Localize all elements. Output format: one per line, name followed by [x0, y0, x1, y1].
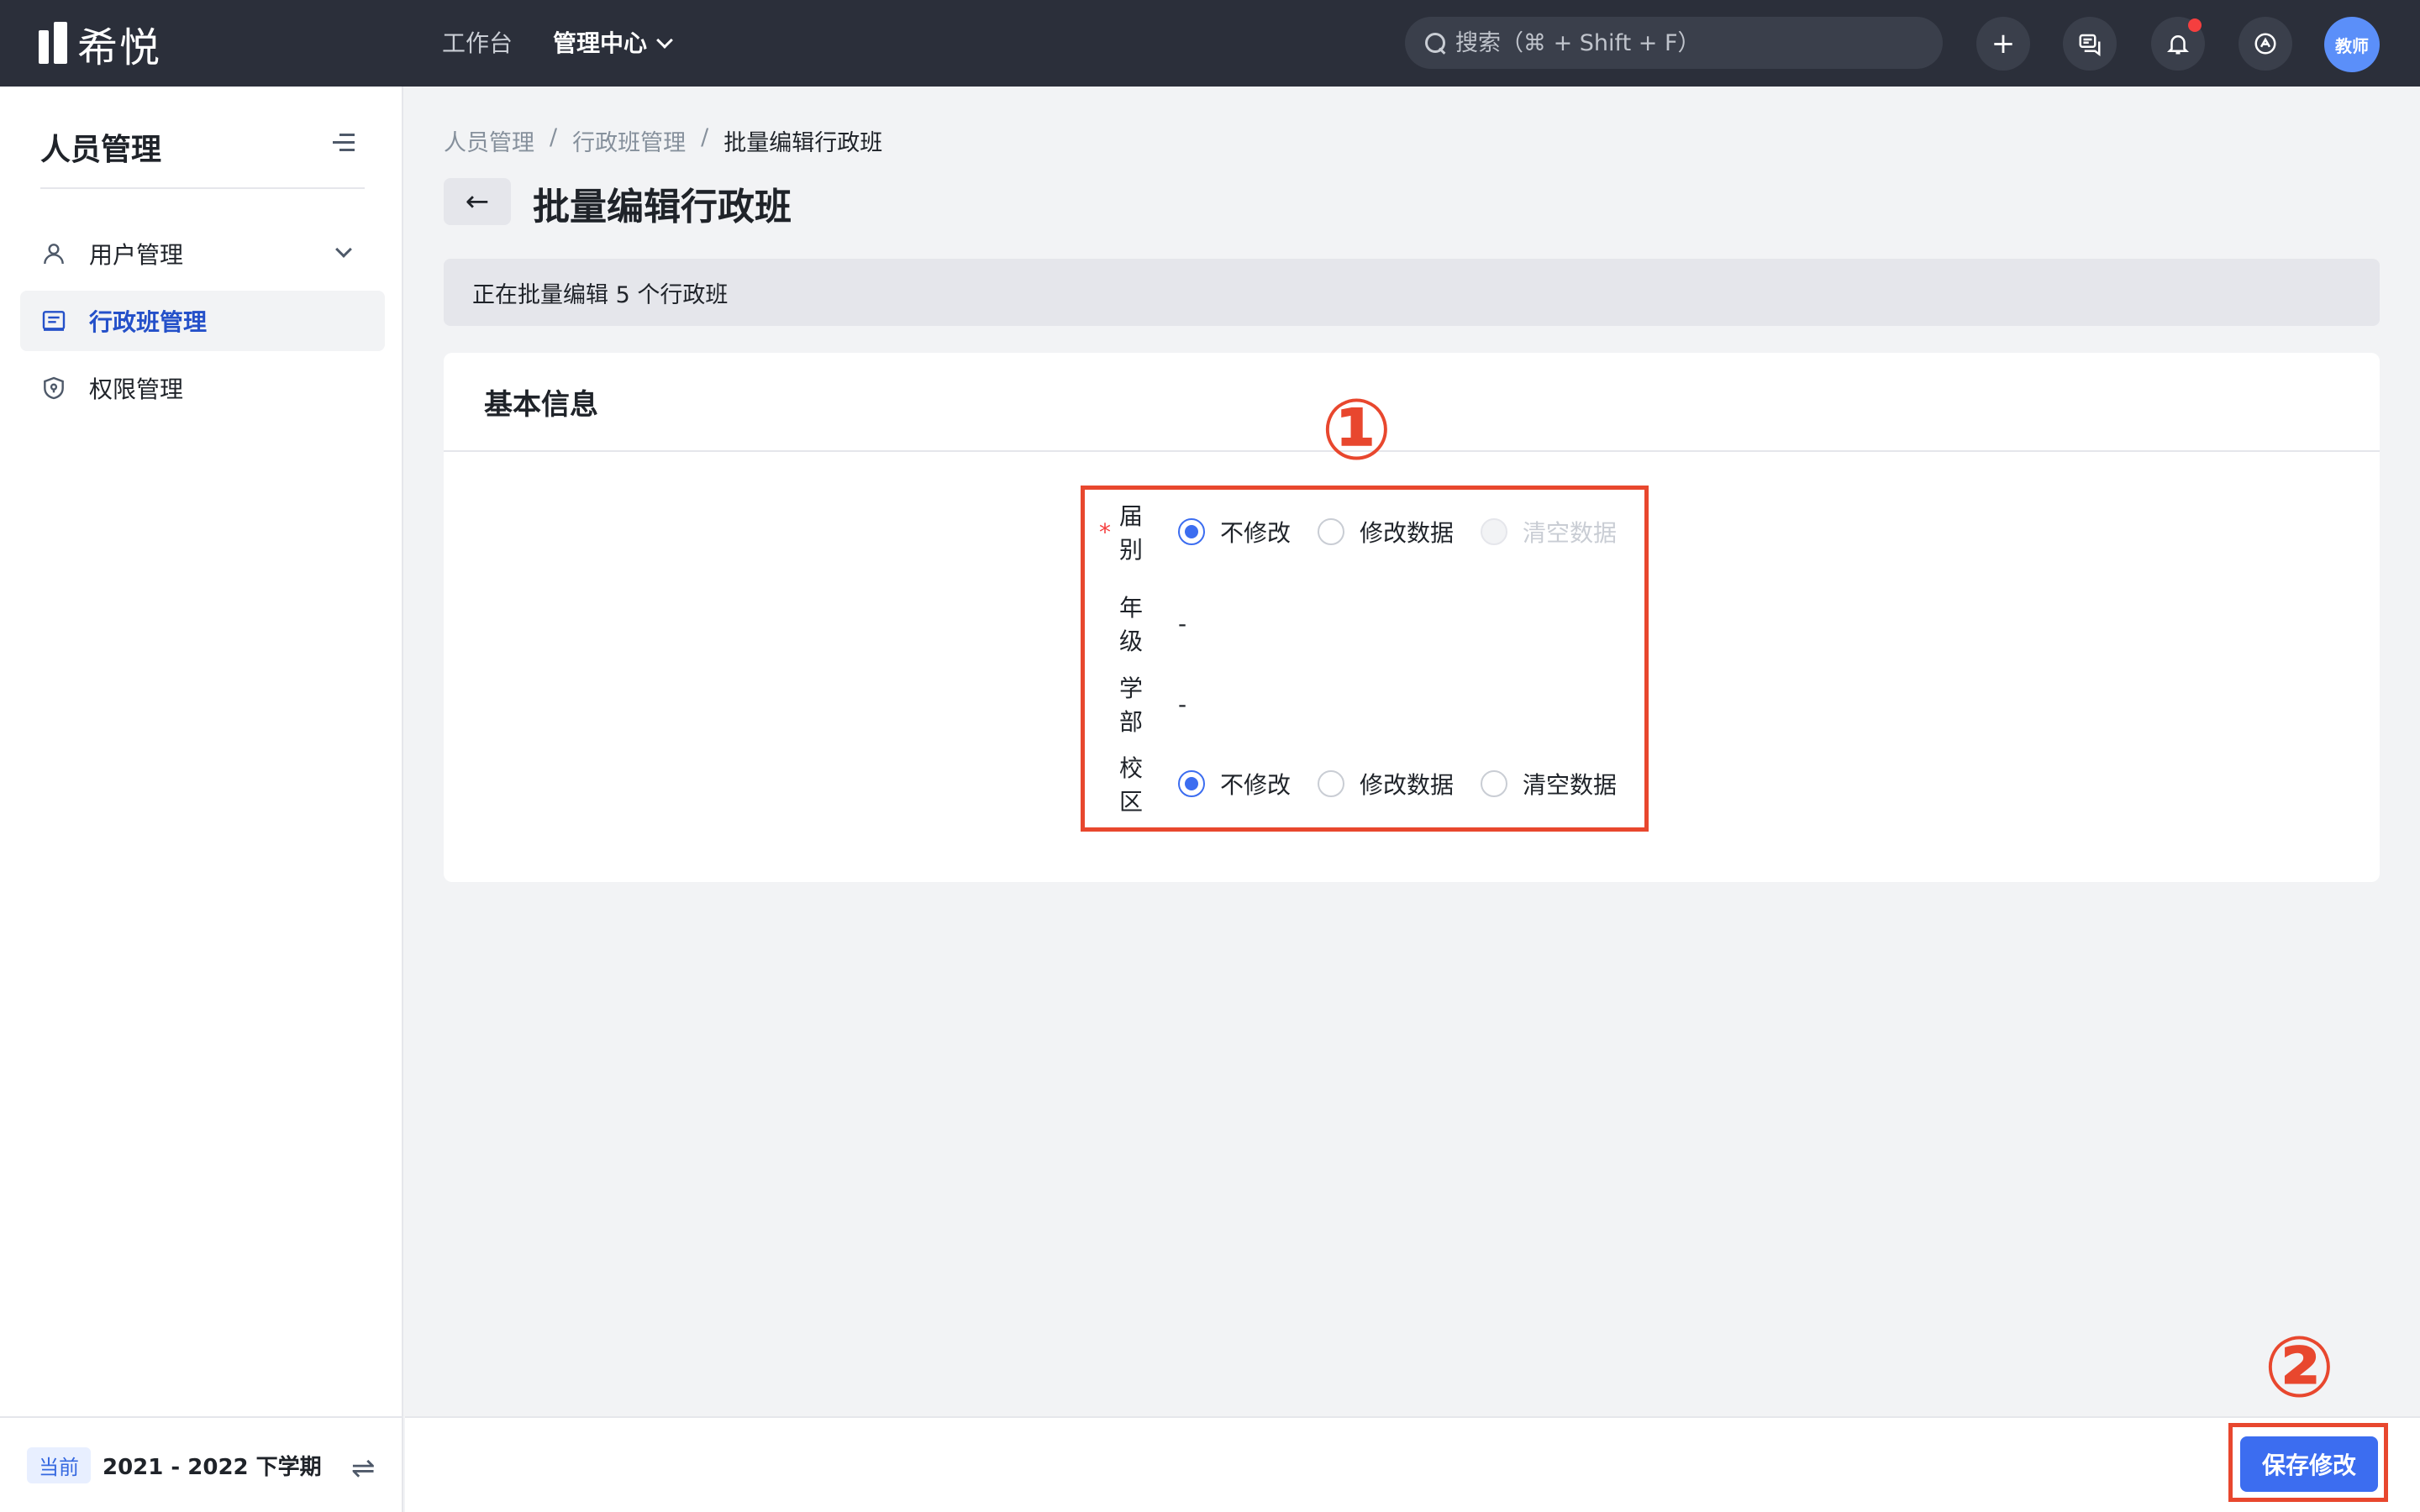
sidebar-item-label: 权限管理 [89, 375, 184, 403]
arrow-left-icon: ← [465, 185, 490, 218]
search-input[interactable] [1455, 29, 1926, 56]
shield-icon [44, 376, 64, 400]
notification-dot [2188, 18, 2202, 32]
sidebar-title: 人员管理 [40, 133, 162, 167]
chevron-down-icon [656, 32, 673, 49]
current-term-tag: 当前 [27, 1446, 91, 1483]
annotation-box-1 [1081, 486, 1649, 832]
sidebar-item-label: 用户管理 [89, 241, 184, 269]
breadcrumb-item[interactable]: 行政班管理 [572, 124, 686, 157]
sidebar-divider [40, 187, 365, 189]
plus-icon: + [1991, 27, 2016, 60]
term-selector[interactable]: 当前 2021 - 2022 下学期 ⇌ [0, 1416, 402, 1512]
collapse-sidebar-icon[interactable] [333, 134, 355, 152]
batch-edit-notice: 正在批量编辑 5 个行政班 [444, 259, 2380, 326]
annotation-marker-1: ① [1321, 381, 1392, 479]
notifications-button[interactable] [2151, 17, 2205, 71]
breadcrumb: 人员管理 / 行政班管理 / 批量编辑行政班 [444, 124, 882, 157]
nav-workspace[interactable]: 工作台 [442, 25, 513, 62]
messages-button[interactable] [2063, 17, 2117, 71]
top-bar: 希悦 工作台 管理中心 + 教师 [0, 0, 2420, 87]
class-list-icon [42, 311, 66, 331]
breadcrumb-current: 批量编辑行政班 [723, 130, 883, 156]
sidebar-item-label: 行政班管理 [89, 308, 208, 336]
sidebar-item-permissions[interactable]: 权限管理 [20, 358, 385, 418]
bottom-action-bar [405, 1416, 2420, 1512]
user-icon [44, 244, 64, 265]
search-box[interactable] [1405, 17, 1943, 69]
breadcrumb-separator: / [550, 124, 558, 150]
chat-icon [2079, 34, 2101, 56]
nav-admin-center-label: 管理中心 [553, 29, 648, 57]
page-title: 批量编辑行政班 [533, 186, 792, 228]
switch-role-button[interactable] [2238, 17, 2292, 71]
swap-icon[interactable]: ⇌ [351, 1452, 376, 1485]
logo-text: 希悦 [77, 24, 162, 71]
card-title: 基本信息 [444, 353, 2380, 452]
app-logo[interactable]: 希悦 [39, 20, 161, 71]
search-icon [1423, 31, 1447, 55]
current-term: 2021 - 2022 下学期 [103, 1454, 322, 1480]
sidebar-item-classes[interactable]: 行政班管理 [20, 291, 385, 351]
create-button[interactable]: + [1976, 17, 2030, 71]
bell-icon [2166, 35, 2190, 55]
breadcrumb-separator: / [701, 124, 709, 150]
sidebar-item-users[interactable]: 用户管理 [20, 223, 385, 284]
back-button[interactable]: ← [444, 178, 511, 225]
nav-admin-center[interactable]: 管理中心 [553, 25, 673, 62]
avatar[interactable]: 教师 [2324, 17, 2380, 72]
breadcrumb-item[interactable]: 人员管理 [444, 124, 534, 157]
logo-icon [39, 22, 67, 64]
annotation-box-2 [2228, 1423, 2388, 1502]
chevron-down-icon [335, 241, 352, 258]
switch-icon [2254, 33, 2276, 55]
annotation-marker-2: ② [2264, 1318, 2335, 1416]
sidebar: 人员管理 用户管理 行政班管理 权限管理 当前 2021 - 2022 下学期 … [0, 87, 403, 1512]
